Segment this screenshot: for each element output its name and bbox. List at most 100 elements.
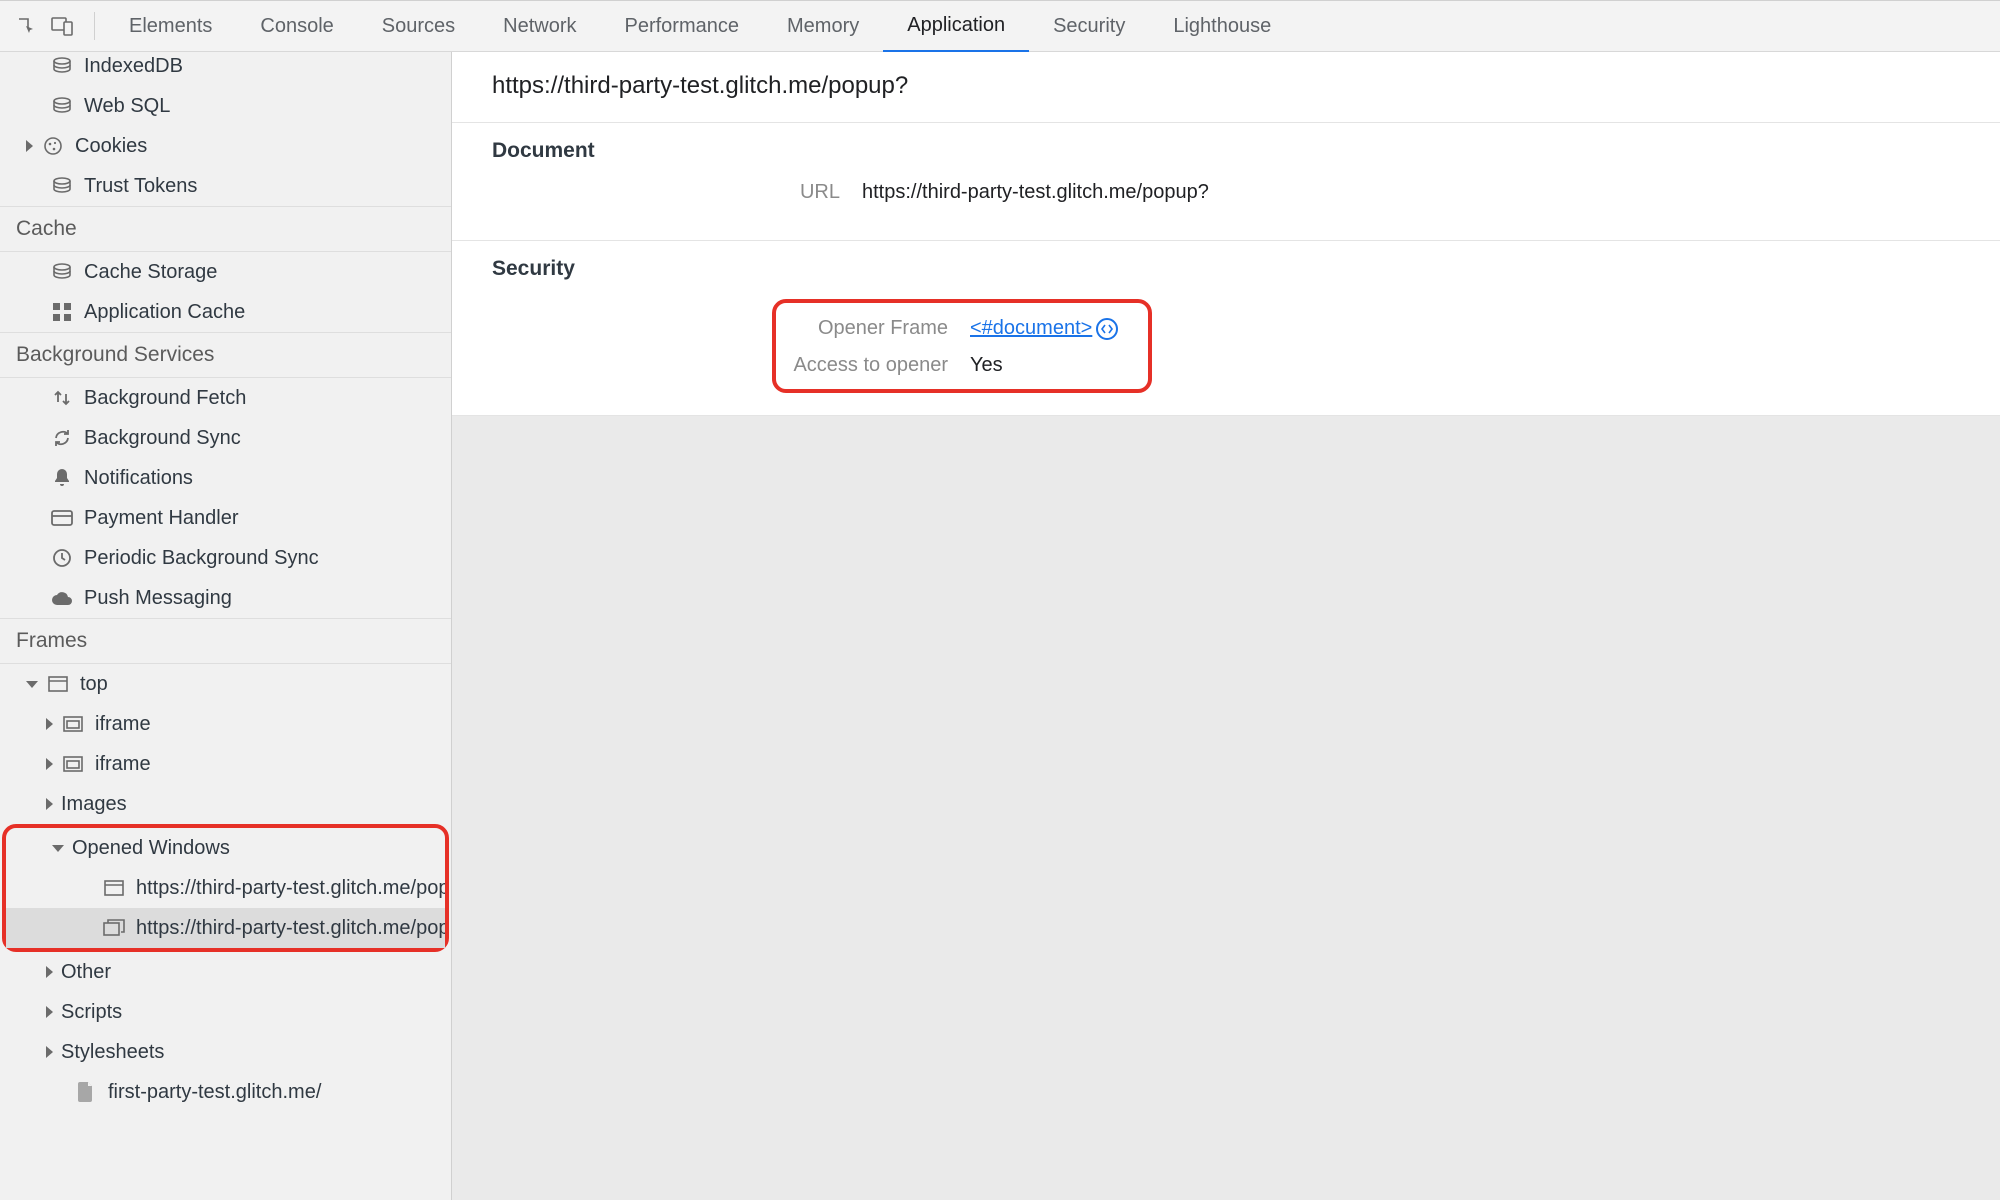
highlight-security-info: Opener Frame <#document> Access to opene… — [772, 299, 1152, 393]
window-icon — [102, 876, 126, 900]
tree-item-label: https://third-party-test.glitch.me/popup… — [136, 877, 445, 900]
tree-item-iframe[interactable]: iframe — [0, 704, 451, 744]
application-sidebar: IndexedDB Web SQL Cookies Trust Tokens — [0, 52, 452, 1200]
tree-item-file[interactable]: first-party-test.glitch.me/ — [0, 1072, 451, 1112]
grid-icon — [50, 300, 74, 324]
sidebar-item-cache-storage[interactable]: Cache Storage — [0, 252, 451, 292]
tab-application[interactable]: Application — [883, 1, 1029, 53]
card-icon — [50, 506, 74, 530]
tabbar-separator — [94, 12, 95, 40]
sidebar-item-indexeddb[interactable]: IndexedDB — [0, 52, 451, 86]
tree-item-label: first-party-test.glitch.me/ — [108, 1081, 321, 1104]
tree-item-label: top — [80, 673, 108, 696]
tree-item-label: iframe — [95, 713, 151, 736]
tab-performance[interactable]: Performance — [601, 0, 764, 52]
sidebar-item-label: Web SQL — [84, 95, 170, 118]
database-icon — [50, 54, 74, 78]
sidebar-item-bg-fetch[interactable]: Background Fetch — [0, 378, 451, 418]
panel-security: Security Opener Frame <#document> Access… — [452, 241, 2000, 416]
sidebar-item-trust-tokens[interactable]: Trust Tokens — [0, 166, 451, 206]
section-heading: Document — [492, 139, 1960, 163]
tree-item-label: iframe — [95, 753, 151, 776]
tab-security[interactable]: Security — [1029, 0, 1149, 52]
kv-label: URL — [492, 181, 862, 204]
tree-item-label: Other — [61, 961, 111, 984]
tree-item-window[interactable]: https://third-party-test.glitch.me/popup… — [6, 868, 445, 908]
sidebar-item-label: Cookies — [75, 135, 147, 158]
kv-value: Yes — [970, 354, 1003, 377]
sidebar-item-payment-handler[interactable]: Payment Handler — [0, 498, 451, 538]
sidebar-item-notifications[interactable]: Notifications — [0, 458, 451, 498]
tab-sources[interactable]: Sources — [358, 0, 479, 52]
iframe-icon — [61, 752, 85, 776]
tab-memory[interactable]: Memory — [763, 0, 883, 52]
windows-icon — [102, 916, 126, 940]
chevron-down-icon — [26, 681, 38, 688]
chevron-right-icon — [26, 140, 33, 152]
devtools-tabbar: Elements Console Sources Network Perform… — [0, 0, 2000, 52]
sync-icon — [50, 426, 74, 450]
tree-item-label: https://third-party-test.glitch.me/popup… — [136, 917, 445, 940]
opener-frame-link[interactable]: <#document> — [970, 317, 1092, 339]
tab-console[interactable]: Console — [236, 0, 357, 52]
sidebar-item-label: Notifications — [84, 467, 193, 490]
sidebar-item-label: Background Fetch — [84, 387, 246, 410]
tree-item-top[interactable]: top — [0, 664, 451, 704]
chevron-right-icon — [46, 798, 53, 810]
cloud-icon — [50, 586, 74, 610]
tree-item-images[interactable]: Images — [0, 784, 451, 824]
tab-network[interactable]: Network — [479, 0, 600, 52]
sidebar-item-push[interactable]: Push Messaging — [0, 578, 451, 618]
kv-label: Opener Frame — [790, 317, 970, 340]
kv-label: Access to opener — [790, 354, 970, 377]
sidebar-item-app-cache[interactable]: Application Cache — [0, 292, 451, 332]
chevron-right-icon — [46, 1046, 53, 1058]
sidebar-item-label: Periodic Background Sync — [84, 547, 319, 570]
tree-item-iframe[interactable]: iframe — [0, 744, 451, 784]
tree-item-opened-windows[interactable]: Opened Windows — [6, 828, 445, 868]
tree-item-label: Stylesheets — [61, 1041, 164, 1064]
tree-item-window-selected[interactable]: https://third-party-test.glitch.me/popup… — [6, 908, 445, 948]
sidebar-item-label: Application Cache — [84, 301, 245, 324]
kv-value: <#document> — [970, 317, 1118, 340]
sidebar-item-label: Cache Storage — [84, 261, 217, 284]
database-icon — [50, 94, 74, 118]
tab-elements[interactable]: Elements — [105, 0, 236, 52]
frame-detail-panel: https://third-party-test.glitch.me/popup… — [452, 52, 2000, 1200]
reveal-in-elements-icon[interactable] — [1096, 318, 1118, 340]
kv-value: https://third-party-test.glitch.me/popup… — [862, 181, 1209, 204]
iframe-icon — [61, 712, 85, 736]
kv-opener-frame: Opener Frame <#document> — [790, 317, 1118, 340]
chevron-right-icon — [46, 758, 53, 770]
sidebar-item-label: Background Sync — [84, 427, 241, 450]
tree-item-label: Opened Windows — [72, 837, 230, 860]
sidebar-item-cookies[interactable]: Cookies — [0, 126, 451, 166]
panel-document: Document URL https://third-party-test.gl… — [452, 123, 2000, 241]
inspect-icon[interactable] — [12, 12, 40, 40]
sidebar-item-label: IndexedDB — [84, 55, 183, 78]
chevron-right-icon — [46, 966, 53, 978]
chevron-down-icon — [52, 845, 64, 852]
file-icon — [74, 1080, 98, 1104]
tab-lighthouse[interactable]: Lighthouse — [1149, 0, 1295, 52]
kv-access-to-opener: Access to opener Yes — [790, 354, 1118, 377]
cookie-icon — [41, 134, 65, 158]
sidebar-item-periodic-bg-sync[interactable]: Periodic Background Sync — [0, 538, 451, 578]
sidebar-item-label: Payment Handler — [84, 507, 239, 530]
sidebar-heading-bg-services: Background Services — [0, 332, 451, 378]
device-toggle-icon[interactable] — [48, 12, 76, 40]
sidebar-item-bg-sync[interactable]: Background Sync — [0, 418, 451, 458]
section-heading: Security — [492, 257, 1960, 281]
bell-icon — [50, 466, 74, 490]
chevron-right-icon — [46, 718, 53, 730]
sidebar-item-websql[interactable]: Web SQL — [0, 86, 451, 126]
sidebar-heading-cache: Cache — [0, 206, 451, 252]
kv-url: URL https://third-party-test.glitch.me/p… — [492, 181, 1960, 204]
tree-item-stylesheets[interactable]: Stylesheets — [0, 1032, 451, 1072]
sidebar-item-label: Push Messaging — [84, 587, 232, 610]
window-icon — [46, 672, 70, 696]
tree-item-scripts[interactable]: Scripts — [0, 992, 451, 1032]
highlight-opened-windows: Opened Windows https://third-party-test.… — [2, 824, 449, 952]
tree-item-other[interactable]: Other — [0, 952, 451, 992]
chevron-right-icon — [46, 1006, 53, 1018]
